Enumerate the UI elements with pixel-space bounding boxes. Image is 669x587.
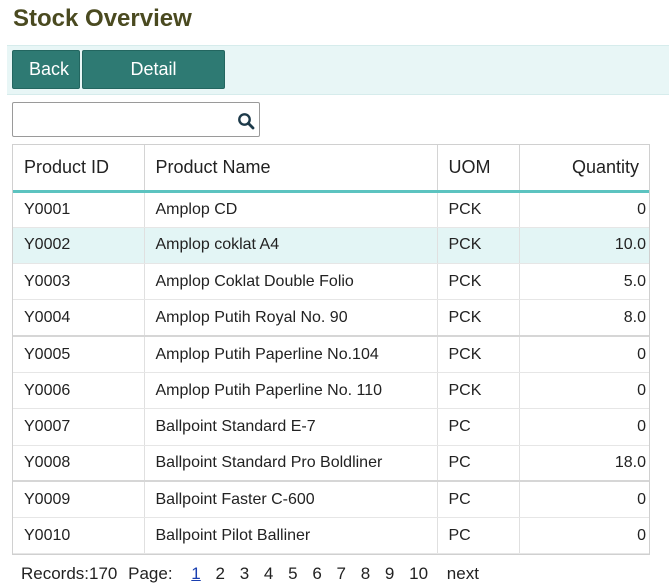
cell-quantity: 18.0 bbox=[519, 445, 649, 483]
cell-quantity: 0 bbox=[519, 336, 649, 373]
cell-quantity: 0 bbox=[519, 191, 649, 228]
back-button[interactable]: Back bbox=[12, 50, 80, 89]
cell-product-id: Y0009 bbox=[13, 481, 145, 519]
search-box bbox=[12, 102, 260, 137]
cell-product-id: Y0002 bbox=[13, 227, 145, 265]
detail-transfer-button[interactable]: Detail Transfer bbox=[82, 50, 225, 116]
column-header-uom[interactable]: UOM bbox=[437, 145, 520, 193]
search-input[interactable] bbox=[15, 105, 233, 134]
cell-product-name: Amplop Putih Royal No. 90 bbox=[144, 299, 438, 338]
cell-uom: PCK bbox=[437, 336, 520, 373]
cell-product-id: Y0005 bbox=[13, 336, 145, 373]
page-label: Page: bbox=[128, 564, 173, 583]
toolbar: Back Detail Transfer bbox=[7, 45, 669, 116]
page-link-3[interactable]: 3 bbox=[240, 562, 249, 586]
cell-product-name: Ballpoint Pilot Balliner bbox=[144, 517, 438, 554]
cell-uom: PCK bbox=[437, 372, 520, 410]
cell-quantity: 5.0 bbox=[519, 263, 649, 301]
cell-product-name: Ballpoint Standard E-7 bbox=[144, 408, 438, 446]
cell-quantity: 0 bbox=[519, 372, 649, 410]
page-link-10[interactable]: 10 bbox=[409, 562, 428, 586]
page-link-1[interactable]: 1 bbox=[191, 562, 200, 586]
table-row[interactable]: Y0004 Amplop Putih Royal No. 90 PCK 8.0 bbox=[13, 299, 649, 338]
page-link-6[interactable]: 6 bbox=[312, 562, 321, 586]
cell-uom: PCK bbox=[437, 227, 520, 265]
cell-product-id: Y0007 bbox=[13, 408, 145, 446]
table-header-row: Product ID Product Name UOM Quantity bbox=[13, 145, 649, 193]
cell-product-name: Amplop Putih Paperline No.104 bbox=[144, 336, 438, 373]
pagination: Records:170 Page: 1 2 3 4 5 6 7 8 9 10 n… bbox=[21, 562, 479, 586]
records-count: Records:170 bbox=[21, 564, 118, 583]
page-link-8[interactable]: 8 bbox=[361, 562, 370, 586]
table-row[interactable]: Y0005 Amplop Putih Paperline No.104 PCK … bbox=[13, 336, 649, 373]
column-header-product-id[interactable]: Product ID bbox=[13, 145, 145, 193]
cell-product-id: Y0006 bbox=[13, 372, 145, 410]
cell-product-id: Y0003 bbox=[13, 263, 145, 301]
table-row[interactable]: Y0001 Amplop CD PCK 0 bbox=[13, 191, 649, 228]
cell-product-id: Y0001 bbox=[13, 191, 145, 228]
page-link-9[interactable]: 9 bbox=[385, 562, 394, 586]
table-row[interactable]: Y0009 Ballpoint Faster C-600 PC 0 bbox=[13, 481, 649, 519]
table-row[interactable]: Y0010 Ballpoint Pilot Balliner PC 0 bbox=[13, 517, 649, 554]
next-page-link[interactable]: next bbox=[447, 562, 479, 586]
cell-quantity: 8.0 bbox=[519, 299, 649, 338]
cell-quantity: 0 bbox=[519, 481, 649, 519]
cell-uom: PCK bbox=[437, 299, 520, 338]
cell-quantity: 10.0 bbox=[519, 227, 649, 265]
cell-product-id: Y0008 bbox=[13, 445, 145, 483]
cell-product-name: Ballpoint Faster C-600 bbox=[144, 481, 438, 519]
cell-uom: PC bbox=[437, 517, 520, 554]
column-header-product-name[interactable]: Product Name bbox=[144, 145, 438, 193]
table-row[interactable]: Y0006 Amplop Putih Paperline No. 110 PCK… bbox=[13, 372, 649, 410]
cell-product-name: Amplop CD bbox=[144, 191, 438, 228]
page-link-4[interactable]: 4 bbox=[264, 562, 273, 586]
table-row[interactable]: Y0007 Ballpoint Standard E-7 PC 0 bbox=[13, 408, 649, 446]
cell-product-id: Y0010 bbox=[13, 517, 145, 554]
stock-table: Product ID Product Name UOM Quantity Y00… bbox=[12, 144, 650, 555]
cell-product-name: Amplop coklat A4 bbox=[144, 227, 438, 265]
cell-quantity: 0 bbox=[519, 517, 649, 554]
cell-uom: PCK bbox=[437, 191, 520, 228]
table-row[interactable]: Y0003 Amplop Coklat Double Folio PCK 5.0 bbox=[13, 263, 649, 301]
page-link-7[interactable]: 7 bbox=[337, 562, 346, 586]
cell-quantity: 0 bbox=[519, 408, 649, 446]
cell-uom: PC bbox=[437, 445, 520, 483]
page-link-2[interactable]: 2 bbox=[216, 562, 225, 586]
cell-product-id: Y0004 bbox=[13, 299, 145, 338]
table-row[interactable]: Y0008 Ballpoint Standard Pro Boldliner P… bbox=[13, 445, 649, 483]
cell-uom: PCK bbox=[437, 263, 520, 301]
cell-uom: PC bbox=[437, 481, 520, 519]
page-link-5[interactable]: 5 bbox=[288, 562, 297, 586]
search-icon[interactable] bbox=[237, 112, 255, 130]
cell-uom: PC bbox=[437, 408, 520, 446]
table-row[interactable]: Y0002 Amplop coklat A4 PCK 10.0 bbox=[13, 227, 649, 265]
cell-product-name: Ballpoint Standard Pro Boldliner bbox=[144, 445, 438, 483]
page-title: Stock Overview bbox=[13, 5, 192, 32]
cell-product-name: Amplop Coklat Double Folio bbox=[144, 263, 438, 301]
cell-product-name: Amplop Putih Paperline No. 110 bbox=[144, 372, 438, 410]
column-header-quantity[interactable]: Quantity bbox=[519, 145, 649, 193]
